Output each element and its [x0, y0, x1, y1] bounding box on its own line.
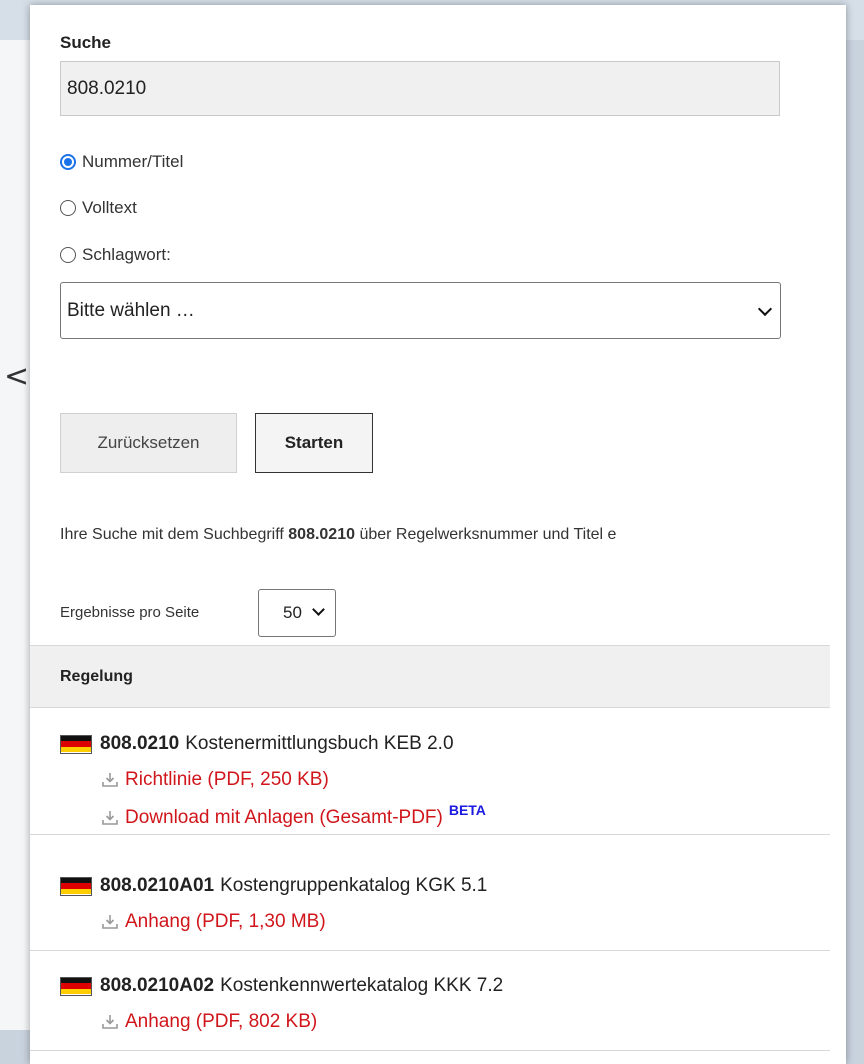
download-link[interactable]: Download mit Anlagen (Gesamt-PDF) BETA — [101, 802, 486, 829]
per-page-label: Ergebnisse pro Seite — [60, 604, 200, 621]
download-icon — [102, 915, 118, 929]
search-panel: Suche 808.0210 Nummer/Titel Volltext Sch… — [30, 5, 846, 1064]
search-info-text: Ihre Suche mit dem Suchbegriff 808.0210 … — [60, 526, 616, 544]
table-header-regelung: Regelung — [30, 645, 830, 708]
table-row: 808.0210A01 Kostengruppenkatalog KGK 5.1… — [30, 835, 830, 951]
start-button[interactable]: Starten — [255, 413, 373, 473]
per-page-select[interactable]: 50 — [258, 589, 336, 637]
download-icon — [102, 811, 118, 825]
download-icon — [102, 773, 118, 787]
background-side — [0, 40, 30, 1030]
radio-button[interactable] — [60, 200, 76, 216]
download-link-label[interactable]: Richtlinie (PDF, 250 KB) — [125, 769, 329, 791]
radio-button-checked[interactable] — [60, 154, 76, 170]
germany-flag-icon — [60, 976, 92, 996]
row-number: 808.0210 — [100, 733, 180, 754]
radio-label: Nummer/Titel — [82, 152, 184, 171]
download-link[interactable]: Anhang (PDF, 802 KB) — [101, 1011, 317, 1033]
info-suffix: über Regelwerksnummer und Titel e — [355, 526, 617, 543]
beta-badge: BETA — [448, 802, 486, 818]
download-link[interactable]: Richtlinie (PDF, 250 KB) — [101, 769, 329, 791]
download-link-label[interactable]: Anhang (PDF, 802 KB) — [125, 1011, 317, 1033]
row-number: 808.0210A02 — [100, 975, 215, 996]
radio-button[interactable] — [60, 247, 76, 263]
keyword-select-value: Bitte wählen … — [67, 300, 195, 321]
row-number: 808.0210A01 — [100, 875, 215, 896]
chevron-down-icon — [757, 301, 773, 317]
info-term: 808.0210 — [288, 526, 355, 543]
per-page-value: 50 — [283, 603, 302, 622]
reset-button[interactable]: Zurücksetzen — [60, 413, 237, 473]
radio-label: Schlagwort: — [82, 245, 171, 264]
row-name: Kostenermittlungsbuch KEB 2.0 — [185, 733, 454, 754]
row-name: Kostengruppenkatalog KGK 5.1 — [220, 875, 488, 896]
download-link-label[interactable]: Download mit Anlagen (Gesamt-PDF) — [125, 807, 443, 829]
search-label: Suche — [60, 33, 112, 52]
radio-volltext[interactable]: Volltext — [60, 198, 137, 218]
chevron-down-icon — [312, 603, 325, 616]
radio-schlagwort[interactable]: Schlagwort: — [60, 245, 171, 265]
table-row: 808.0210 Kostenermittlungsbuch KEB 2.0 R… — [30, 708, 830, 835]
radio-nummer-titel[interactable]: Nummer/Titel — [60, 152, 183, 172]
row-name: Kostenkennwertekatalog KKK 7.2 — [220, 975, 504, 996]
download-link[interactable]: Anhang (PDF, 1,30 MB) — [101, 911, 326, 933]
germany-flag-icon — [60, 876, 92, 896]
germany-flag-icon — [60, 734, 92, 754]
row-title: 808.0210A02 Kostenkennwertekatalog KKK 7… — [60, 975, 503, 997]
table-row: 808.0210A02 Kostenkennwertekatalog KKK 7… — [30, 951, 830, 1051]
search-input[interactable]: 808.0210 — [60, 61, 780, 116]
keyword-select[interactable]: Bitte wählen … — [60, 282, 781, 339]
radio-label: Volltext — [82, 198, 137, 217]
download-icon — [102, 1015, 118, 1029]
download-link-label[interactable]: Anhang (PDF, 1,30 MB) — [125, 911, 326, 933]
row-title: 808.0210 Kostenermittlungsbuch KEB 2.0 — [60, 733, 454, 755]
row-title: 808.0210A01 Kostengruppenkatalog KGK 5.1 — [60, 875, 487, 897]
info-prefix: Ihre Suche mit dem Suchbegriff — [60, 526, 289, 543]
back-arrow-icon[interactable]: < — [4, 362, 29, 392]
